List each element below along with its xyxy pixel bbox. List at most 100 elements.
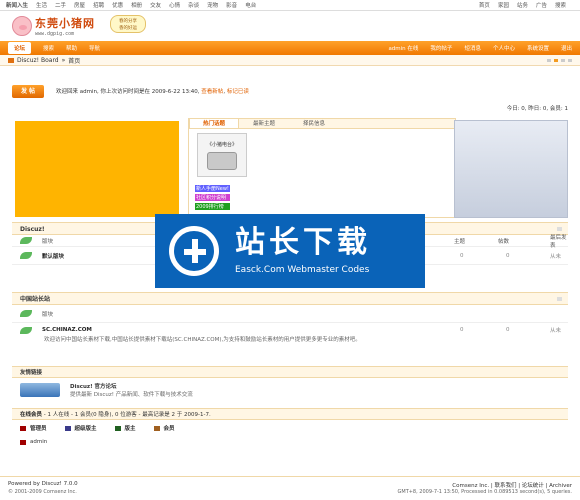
forum-posts: 0 <box>506 252 510 259</box>
nav-my-posts[interactable]: 我的帖子 <box>430 44 452 52</box>
top-link[interactable]: 交友 <box>150 1 161 9</box>
top-link[interactable]: 电台 <box>245 1 256 9</box>
friend-link-name[interactable]: Discuz! 官方论坛 <box>70 382 193 390</box>
friend-links-title: 友情链接 <box>12 366 568 378</box>
mark-read-link[interactable]: 标记已读 <box>227 89 249 95</box>
discuz-logo-icon[interactable] <box>20 383 60 397</box>
feature-row: 热门话题 最新主题 择民信息 《小猪电台》 新人手册New! 社区积分说明 20… <box>12 118 568 218</box>
supermod-icon <box>64 425 71 431</box>
top-link[interactable]: 生活 <box>36 1 47 9</box>
nav-logout[interactable]: 退出 <box>561 44 572 52</box>
friend-link-desc: 提供最新 Discuz! 产品新闻、软件下载与技术交流 <box>70 392 193 398</box>
style-dot[interactable] <box>568 58 572 62</box>
online-header[interactable]: 在线会员 - 1 人在线 - 1 会员(0 隐身), 0 位游客 - 最高记录是… <box>12 408 568 420</box>
style-dot[interactable] <box>547 58 551 62</box>
forum-row[interactable]: SC.CHINAZ.COM 0 0 从未 <box>12 323 568 337</box>
breadcrumb-current: 首页 <box>68 57 81 65</box>
top-link[interactable]: 优惠 <box>112 1 123 9</box>
footer-timing: GMT+8, 2009-7-1 13:50, Processed in 0.08… <box>397 489 573 495</box>
site-logo[interactable]: 东莞小猪网 www.dgpig.com <box>12 15 95 37</box>
tab-info[interactable]: 择民信息 <box>289 119 339 128</box>
leaf-icon <box>20 252 32 259</box>
nav-settings[interactable]: 系统设置 <box>527 44 549 52</box>
style-switcher[interactable] <box>544 58 572 62</box>
pig-icon <box>12 16 32 36</box>
view-new-link[interactable]: 查看新帖 <box>201 89 223 95</box>
forum-name[interactable]: SC.CHINAZ.COM <box>42 327 92 333</box>
category-title-text: 中国站长站 <box>20 296 51 303</box>
top-link[interactable]: 新闻入生 <box>6 1 28 9</box>
forum-description: 欢迎访问中国站长素材下载,中国站长提供素材下载站(SC.CHINAZ.COM),… <box>44 337 361 343</box>
top-link[interactable]: 宠物 <box>207 1 218 9</box>
friend-links: 友情链接 Discuz! 官方论坛 提供最新 Discuz! 产品新闻、软件下载… <box>12 366 568 402</box>
moderator-icon <box>114 425 121 431</box>
legend-supermod: 超级版主 <box>64 424 97 432</box>
tab-hot[interactable]: 热门话题 <box>189 119 239 128</box>
nav-user-status[interactable]: admin 在线 <box>388 44 418 52</box>
member-icon <box>153 425 160 431</box>
tab-links: 新人手册New! 社区积分说明 2009排行榜 <box>195 185 230 212</box>
leaf-icon <box>20 237 32 244</box>
nav-user-center[interactable]: 个人中心 <box>493 44 515 52</box>
powered-by[interactable]: Powered by Discuz! 7.0.0 <box>8 481 78 487</box>
top-link-space[interactable]: 家园 <box>498 1 509 9</box>
legend-label: 超级版主 <box>74 426 97 432</box>
top-link[interactable]: 房屋 <box>74 1 85 9</box>
breadcrumb: Discuz! Board » 首页 <box>0 55 580 66</box>
top-link[interactable]: 杂谈 <box>188 1 199 9</box>
style-dot[interactable] <box>554 58 558 62</box>
radio-icon <box>207 151 237 170</box>
leaf-icon <box>20 326 32 334</box>
banner-image[interactable] <box>15 121 179 217</box>
forum-name[interactable]: 默认版块 <box>42 252 64 260</box>
link-ranking[interactable]: 2009排行榜 <box>195 203 230 210</box>
link-points[interactable]: 社区积分说明 <box>195 194 230 201</box>
logo-url: www.dgpig.com <box>35 31 75 37</box>
footer-links[interactable]: Comsenz Inc. | 联系我们 | 论坛统计 | Archiver <box>452 481 572 489</box>
nav-search[interactable]: 搜索 <box>43 44 54 52</box>
category-title[interactable]: 中国站长站 <box>12 292 568 305</box>
online-text: - 1 人在线 - 1 会员(0 隐身), 0 位游客 - 最高记录是 2 于 … <box>43 412 211 418</box>
forum-stats: 今日: 0, 昨日: 0, 会员: 1 <box>506 106 568 112</box>
thumbnail-label: 《小猪电台》 <box>206 141 237 148</box>
watermark-subtitle: Easck.Com Webmaster Codes <box>235 265 370 275</box>
legend-admin: 管理员 <box>20 424 47 432</box>
forum-topics: 0 <box>460 252 464 259</box>
legend-label: 会员 <box>163 426 175 432</box>
top-link[interactable]: 招聘 <box>93 1 104 9</box>
welcome-bar: 发 帖 欢迎回来 admin, 你上次访问时间是在 2009-6-22 13:4… <box>12 83 568 99</box>
nav-forum[interactable]: 论坛 <box>8 42 32 54</box>
top-link-search[interactable]: 搜索 <box>555 1 566 9</box>
nav-help[interactable]: 帮助 <box>66 44 77 52</box>
home-icon[interactable] <box>8 57 14 63</box>
nav-guide[interactable]: 导航 <box>89 44 100 52</box>
online-members: 在线会员 - 1 人在线 - 1 会员(0 隐身), 0 位游客 - 最高记录是… <box>12 408 568 448</box>
breadcrumb-sep: » <box>61 56 66 64</box>
breadcrumb-root[interactable]: Discuz! Board <box>17 57 59 64</box>
top-link-admin[interactable]: 站务 <box>517 1 528 9</box>
forum-topics: 0 <box>460 327 464 333</box>
nav-messages[interactable]: 短消息 <box>464 44 481 52</box>
link-newbie[interactable]: 新人手册New! <box>195 185 230 192</box>
online-user[interactable]: admin <box>12 436 568 448</box>
side-image[interactable] <box>454 120 568 218</box>
top-link[interactable]: 相册 <box>131 1 142 9</box>
collapse-icon[interactable] <box>557 297 562 301</box>
top-link-ads[interactable]: 广告 <box>536 1 547 9</box>
tab-latest[interactable]: 最新主题 <box>239 119 289 128</box>
online-username[interactable]: admin <box>30 439 47 445</box>
friend-link-item[interactable]: Discuz! 官方论坛 提供最新 Discuz! 产品新闻、软件下载与技术交流 <box>12 378 568 402</box>
forum-last: 从未 <box>550 253 562 260</box>
top-link-home[interactable]: 首页 <box>479 1 490 9</box>
footer: Powered by Discuz! 7.0.0 © 2001-2009 Com… <box>0 476 580 500</box>
radio-thumbnail[interactable]: 《小猪电台》 <box>197 133 247 177</box>
top-link[interactable]: 影音 <box>226 1 237 9</box>
site-header: 东莞小猪网 www.dgpig.com 春的分享 香的好运 <box>0 11 580 41</box>
top-link[interactable]: 二手 <box>55 1 66 9</box>
top-link-bar: 新闻入生 生活 二手 房屋 招聘 优惠 相册 交友 心情 杂谈 宠物 影音 电台… <box>0 0 580 11</box>
post-button[interactable]: 发 帖 <box>12 84 44 98</box>
top-link[interactable]: 心情 <box>169 1 180 9</box>
style-dot[interactable] <box>561 58 565 62</box>
legend-label: 版主 <box>124 426 136 432</box>
collapse-icon[interactable] <box>557 227 562 231</box>
